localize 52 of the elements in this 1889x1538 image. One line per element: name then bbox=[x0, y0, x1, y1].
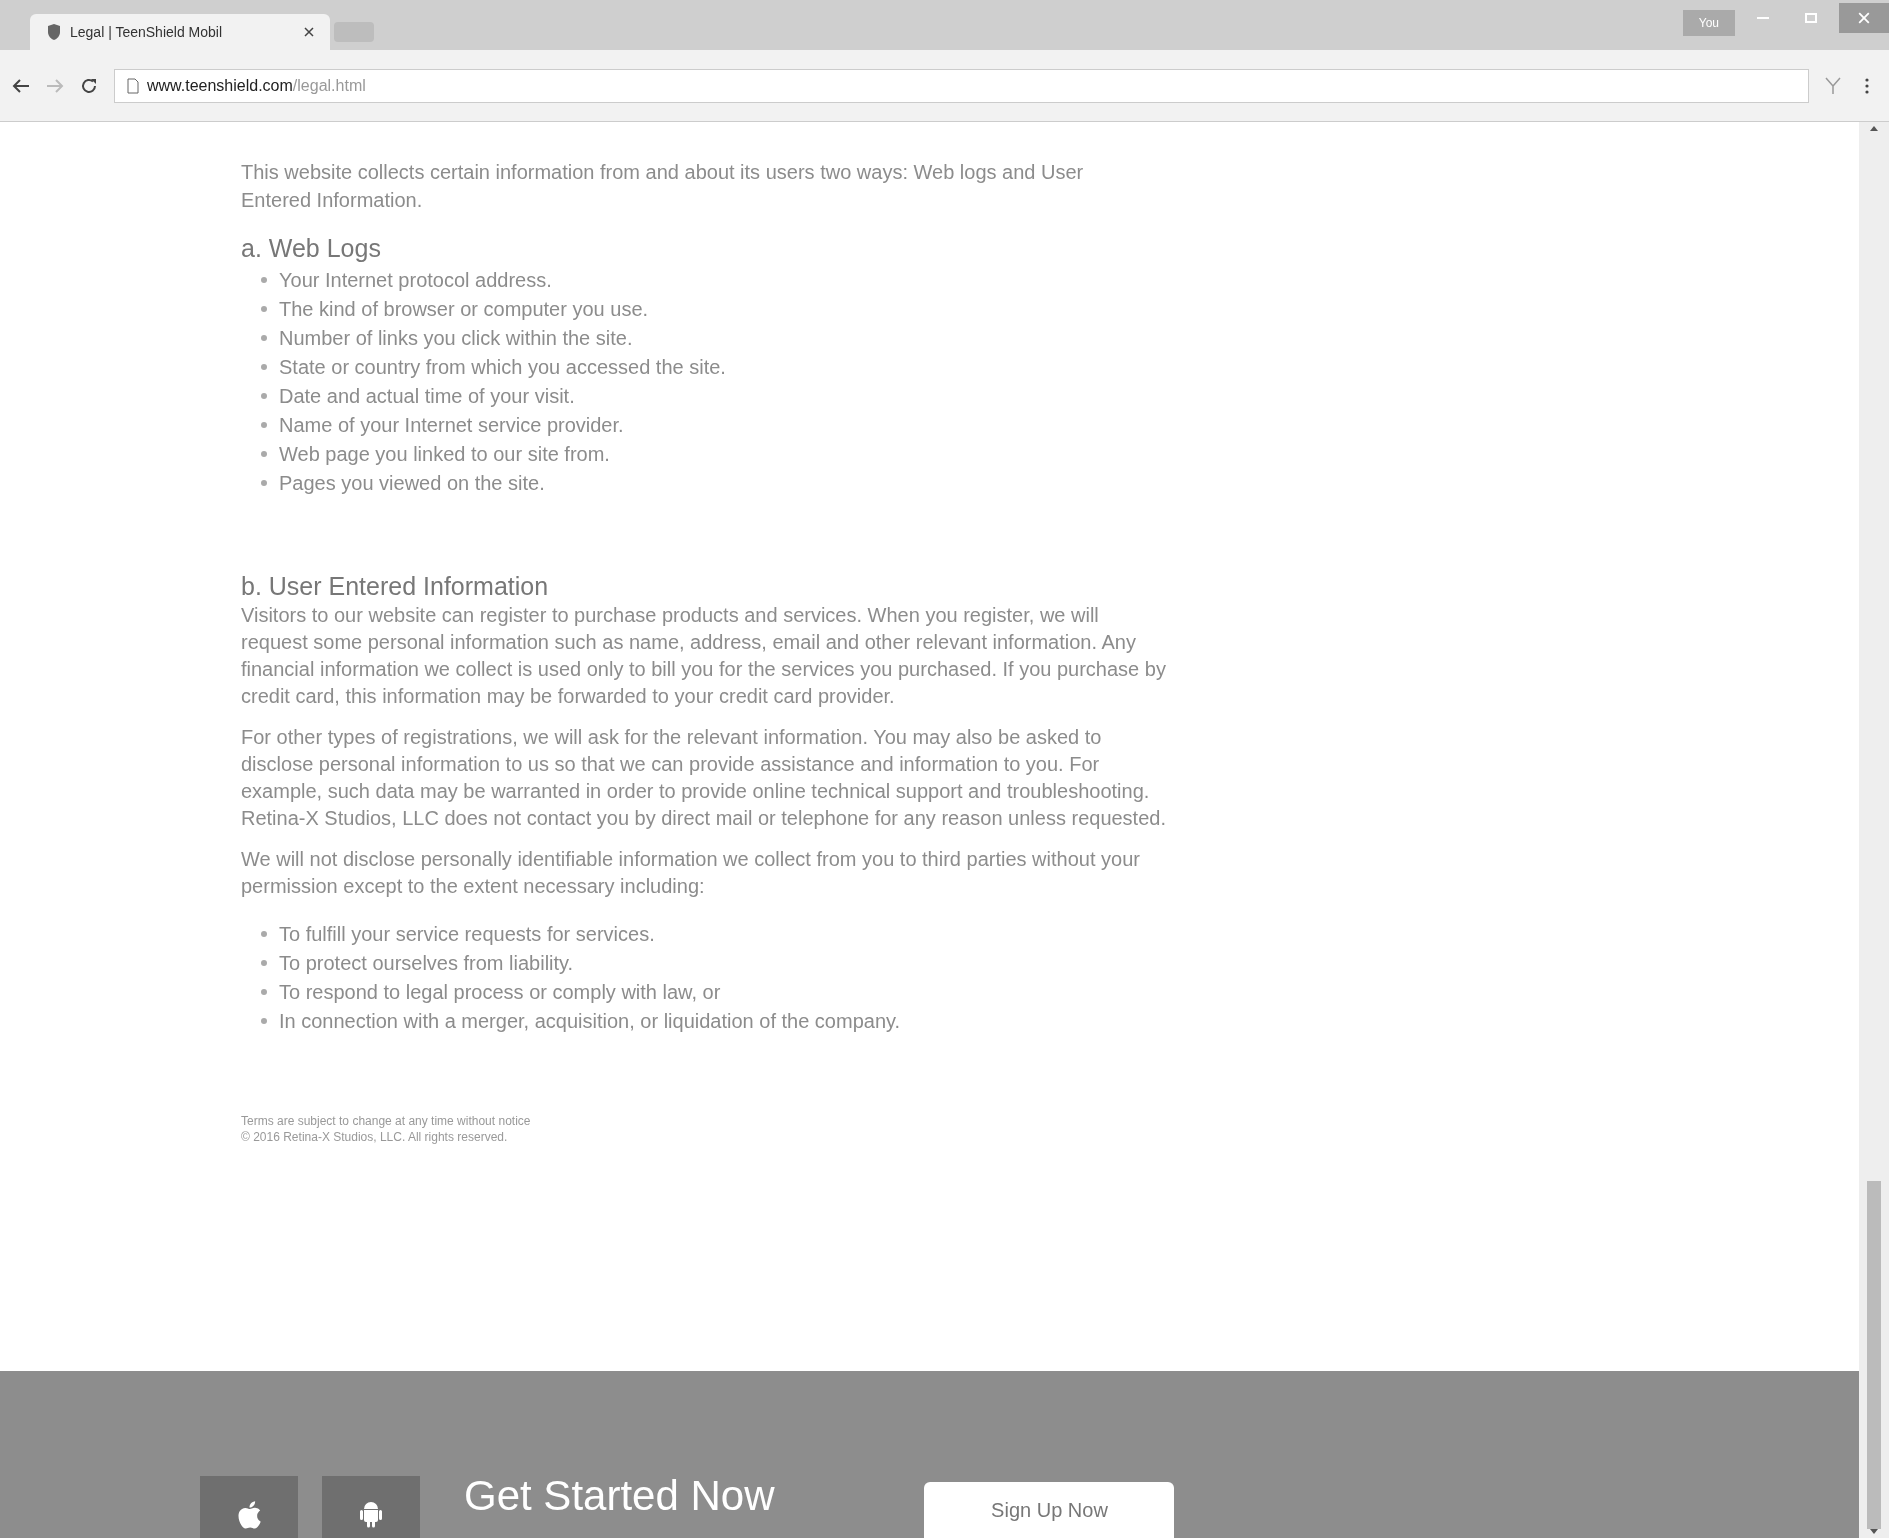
list-item-text: Name of your Internet service provider. bbox=[279, 413, 624, 437]
list-item-text: Web page you linked to our site from. bbox=[279, 442, 610, 466]
bullet-icon bbox=[261, 960, 267, 966]
bullet-icon bbox=[261, 393, 267, 399]
bullet-icon bbox=[261, 364, 267, 370]
android-icon bbox=[359, 1500, 383, 1528]
list-item-text: Pages you viewed on the site. bbox=[279, 471, 545, 495]
bullet-icon bbox=[261, 480, 267, 486]
menu-icon[interactable] bbox=[1865, 77, 1869, 94]
list-item-text: In connection with a merger, acquisition, or liquidation of the company. bbox=[279, 1009, 901, 1033]
app-store-button[interactable] bbox=[200, 1476, 298, 1538]
list-item-text: The kind of browser or computer you use. bbox=[279, 297, 649, 321]
bullet-icon bbox=[261, 422, 267, 428]
list-item-text: Your Internet protocol address. bbox=[279, 268, 552, 292]
scroll-up-icon[interactable] bbox=[1870, 126, 1878, 131]
tab-title: Legal | TeenShield Mobil bbox=[70, 22, 223, 42]
list-item-text: To respond to legal process or comply with law, or bbox=[279, 980, 721, 1004]
shield-icon bbox=[46, 23, 62, 41]
reload-icon[interactable] bbox=[80, 76, 98, 95]
body-paragraph: Visitors to our website can register to purchase products and services. When you register, we will request some personal information such as name, address, email and other relevant information. Any financial information we collect is used only to bill you for the services you purchased. If you purchase by credit card, this information may be forwarded to your credit card provider. bbox=[241, 603, 1167, 709]
footnote-text: Terms are subject to change at any time without notice bbox=[241, 1113, 532, 1129]
banner-title: Get Started Now bbox=[464, 1472, 775, 1520]
bullet-icon bbox=[261, 335, 267, 341]
section-heading: a. Web Logs bbox=[241, 233, 382, 264]
intro-paragraph: This website collects certain information from and about its users two ways: Web logs and User Entered Information. bbox=[241, 160, 1085, 213]
scrollbar-thumb[interactable] bbox=[1867, 1181, 1881, 1529]
list-item-text: Date and actual time of your visit. bbox=[279, 384, 575, 408]
browser-tab[interactable]: Legal | TeenShield Mobil bbox=[30, 14, 330, 50]
url-text: www.teenshield.com/legal.html bbox=[147, 75, 366, 96]
bullet-icon bbox=[261, 1018, 267, 1024]
list-item-text: Number of links you click within the site. bbox=[279, 326, 633, 350]
page-icon bbox=[127, 77, 139, 94]
bullet-icon bbox=[261, 306, 267, 312]
bullet-icon bbox=[261, 989, 267, 995]
body-paragraph: For other types of registrations, we will ask for the relevant information. You may also be asked to disclose personal information to us so that we can provide assistance and information to you. For example, such data may be warranted in order to provide online technical support and troubleshooting. Retina-X Studios, LLC does not contact you by direct mail or telephone for any reason unless requested. bbox=[241, 725, 1167, 831]
back-icon[interactable] bbox=[12, 77, 30, 94]
footnote-text: © 2016 Retina-X Studios, LLC. All rights reserved. bbox=[241, 1129, 509, 1145]
body-paragraph: We will not disclose personally identifiable information we collect from you to third parties without your permission except to the extent necessary including: bbox=[241, 847, 1141, 899]
section-heading: b. User Entered Information bbox=[241, 571, 550, 602]
play-store-button[interactable] bbox=[322, 1476, 420, 1538]
close-icon bbox=[1858, 12, 1870, 24]
list-item-text: State or country from which you accessed the site. bbox=[279, 355, 726, 379]
bullet-icon bbox=[261, 277, 267, 283]
funnel-icon[interactable] bbox=[1825, 76, 1841, 95]
address-bar[interactable]: www.teenshield.com/legal.html bbox=[114, 68, 1809, 103]
list-item-text: To protect ourselves from liability. bbox=[279, 951, 574, 975]
bullet-icon bbox=[261, 451, 267, 457]
apple-icon bbox=[236, 1500, 262, 1530]
close-icon[interactable] bbox=[304, 27, 314, 37]
list-item-text: To fulfill your service requests for services. bbox=[279, 922, 655, 946]
bullet-icon bbox=[261, 931, 267, 937]
sign-up-button[interactable]: Sign Up Now bbox=[924, 1482, 1175, 1538]
